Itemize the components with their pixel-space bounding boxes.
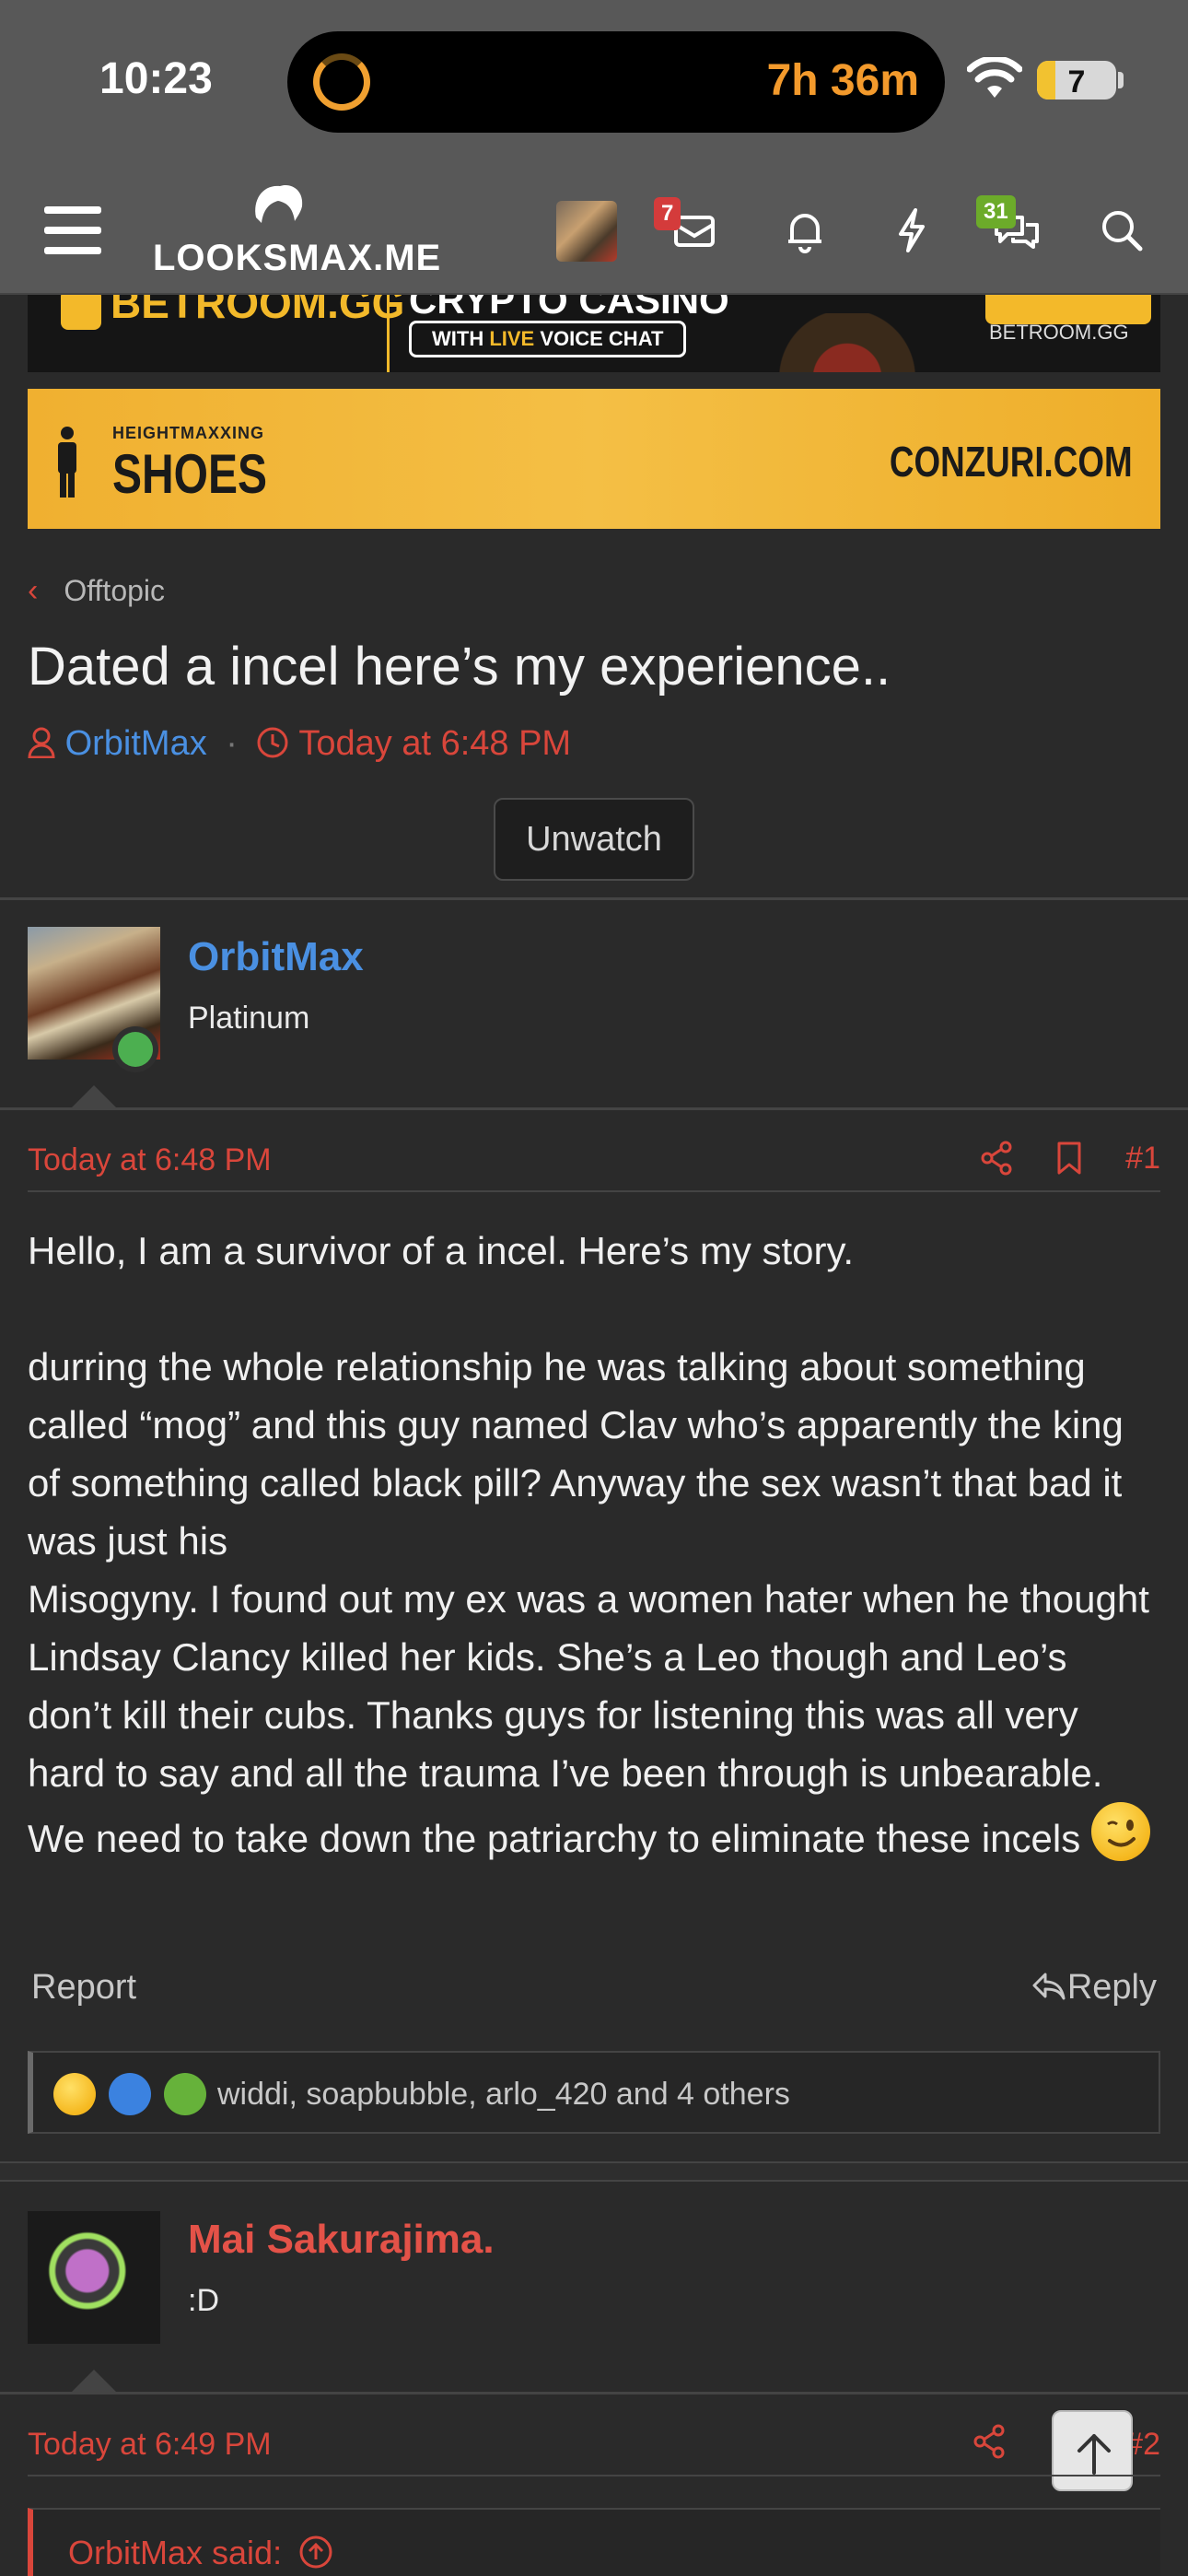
lightning-icon[interactable]: [886, 205, 938, 256]
battery-cap: [1118, 72, 1124, 88]
user-rank: :D: [188, 2283, 219, 2318]
arrow-up-icon: [1077, 2434, 1111, 2475]
timer-text: 7h 36m: [766, 56, 919, 105]
post-author-name[interactable]: Mai Sakurajima.: [188, 2217, 495, 2263]
conversations-badge: 31: [976, 195, 1016, 228]
divider: [0, 897, 1188, 900]
post-number[interactable]: #1: [1125, 1141, 1160, 1177]
ad-divider: [387, 295, 390, 372]
ad-banner-betroom[interactable]: BETROOM.GG CRYPTO CASINO WITH LIVE VOICE…: [28, 295, 1160, 372]
divider: [28, 1190, 1160, 1192]
post-actions: #1: [980, 1137, 1160, 1179]
share-icon[interactable]: [980, 1140, 1013, 1177]
thread-meta: OrbitMax · Today at 6:48 PM: [28, 724, 571, 764]
breadcrumb-forum[interactable]: Offtopic: [64, 574, 165, 607]
ad-brand: BETROOM.GG: [111, 295, 405, 327]
laughing-crying-reaction-icon: [53, 2073, 96, 2115]
quote-header[interactable]: OrbitMax said:: [68, 2534, 333, 2572]
message-pointer: [72, 1085, 116, 1107]
reactions-bar[interactable]: widdi, soapbubble, arlo_420 and 4 others: [28, 2051, 1160, 2134]
ad-banner-conzuri[interactable]: HEIGHTMAXXING SHOES CONZURI.COM: [28, 389, 1160, 529]
post-paragraph: Hello, I am a survivor of a incel. Here’…: [28, 1229, 855, 1272]
scroll-to-top-button[interactable]: [1052, 2410, 1133, 2491]
bell-icon[interactable]: [779, 205, 831, 256]
message-pointer: [72, 2370, 116, 2392]
person-icon: [58, 427, 76, 498]
winking-face-emoji-icon: [1090, 1802, 1150, 1861]
roulette-wheel-image: [755, 313, 939, 372]
logo-hair-icon: [255, 184, 303, 223]
ad-title: SHOES: [112, 443, 268, 505]
reply-button[interactable]: Reply: [1031, 1968, 1157, 2008]
ad-kicker: HEIGHTMAXXING: [112, 424, 265, 442]
thumbs-up-reaction-icon: [109, 2073, 151, 2115]
post-body: Hello, I am a survivor of a incel. Here’…: [28, 1222, 1160, 1868]
timer-ring-icon: [313, 53, 370, 111]
inbox-badge: 7: [654, 197, 681, 230]
status-bar: 10:23 7h 36m 7: [0, 0, 1188, 166]
bookmark-icon[interactable]: [1054, 1140, 1085, 1177]
betroom-logo-icon: [61, 295, 101, 330]
unwatch-button[interactable]: Unwatch: [494, 798, 694, 881]
battery-icon: 7: [1037, 61, 1116, 100]
post-paragraph: Misogyny. I found out my ex was a women …: [28, 1577, 1150, 1861]
divider: [0, 1107, 1188, 1110]
quote-block: OrbitMax said:: [28, 2508, 1160, 2576]
user-avatar[interactable]: [556, 201, 617, 262]
arrow-up-circle-icon[interactable]: [298, 2535, 333, 2570]
thread-title: Dated a incel here’s my experience..: [28, 637, 891, 697]
share-icon[interactable]: [971, 2423, 1007, 2460]
post-author-name[interactable]: OrbitMax: [188, 934, 364, 980]
clock-icon: [257, 727, 288, 758]
ad-title: CRYPTO CASINO: [409, 295, 729, 322]
user-icon: [28, 727, 55, 759]
divider: [0, 2392, 1188, 2395]
post-paragraph: durring the whole relationship he was ta…: [28, 1345, 1124, 1563]
user-rank: Platinum: [188, 1001, 310, 1036]
breadcrumb[interactable]: ‹ Offtopic: [28, 573, 165, 609]
ad-subtitle: WITH LIVE VOICE CHAT: [409, 321, 687, 357]
post-time[interactable]: Today at 6:48 PM: [28, 1142, 272, 1178]
post-author-avatar[interactable]: [28, 2211, 160, 2344]
clock: 10:23: [99, 54, 213, 103]
menu-icon[interactable]: [44, 206, 101, 254]
thread-time[interactable]: Today at 6:48 PM: [298, 724, 571, 763]
dynamic-island: 7h 36m: [287, 31, 945, 133]
wifi-icon: [967, 57, 1022, 98]
chevron-left-icon: ‹: [28, 573, 39, 608]
site-logo[interactable]: LOOKSMAX.ME: [153, 238, 441, 279]
thread-author-link[interactable]: OrbitMax: [65, 724, 207, 763]
site-navbar: LOOKSMAX.ME 7 31: [0, 166, 1188, 295]
ad-url: CONZURI.COM: [890, 438, 1133, 486]
reactions-text[interactable]: widdi, soapbubble, arlo_420 and 4 others: [217, 2077, 790, 2113]
post-time[interactable]: Today at 6:49 PM: [28, 2427, 272, 2463]
report-link[interactable]: Report: [31, 1968, 136, 2008]
divider: [28, 2475, 1160, 2476]
online-status-icon: [112, 1026, 158, 1072]
reply-icon: [1032, 1973, 1066, 2000]
search-icon[interactable]: [1096, 205, 1147, 256]
ad-url: BETROOM.GG: [989, 321, 1129, 344]
post-separator: [0, 2161, 1188, 2182]
nauseated-reaction-icon: [164, 2073, 206, 2115]
